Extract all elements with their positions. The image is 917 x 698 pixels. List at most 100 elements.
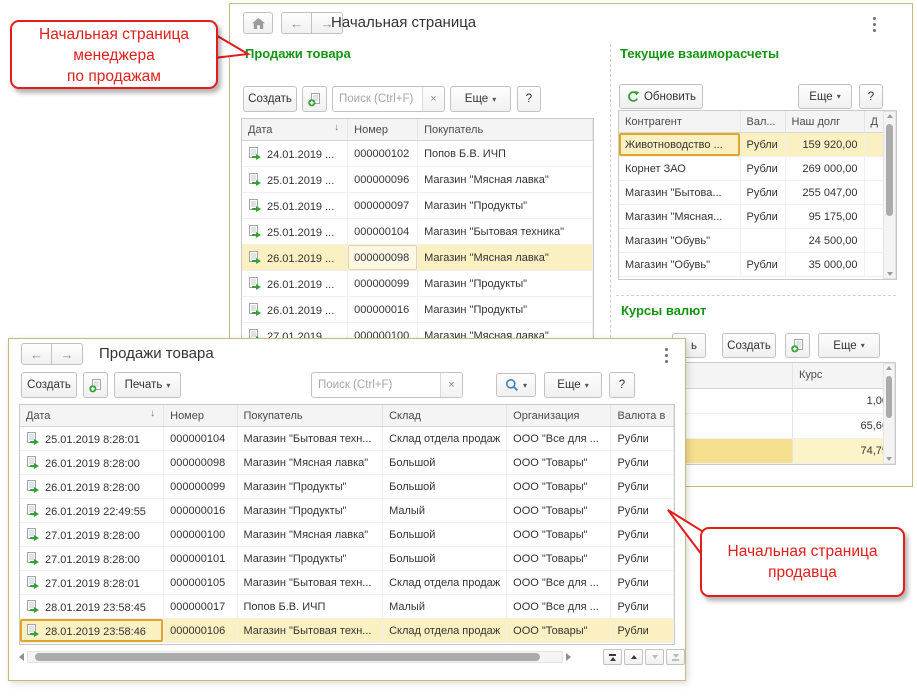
- table-cell[interactable]: ООО "Товары": [507, 475, 611, 499]
- table-cell[interactable]: Рубли: [611, 619, 674, 643]
- table-cell[interactable]: Большой: [383, 523, 507, 547]
- table-cell[interactable]: 000000016: [164, 499, 237, 523]
- table-cell[interactable]: Магазин "Продукты": [418, 193, 593, 219]
- table-cell[interactable]: 65,66: [793, 414, 895, 438]
- table-row[interactable]: 26.01.2019 8:28:00000000099Магазин "Прод…: [20, 475, 674, 499]
- table-row[interactable]: 25.01.2019 ...000000104Магазин "Бытовая …: [242, 219, 593, 245]
- table-cell[interactable]: 25.01.2019 ...: [242, 167, 348, 193]
- go-first-button[interactable]: [603, 649, 622, 665]
- scroll-up-icon[interactable]: [884, 366, 894, 370]
- table-cell[interactable]: Магазин "Обувь": [619, 229, 740, 253]
- table-cell[interactable]: 25.01.2019 ...: [242, 219, 348, 245]
- column-header[interactable]: Вал...: [740, 111, 785, 133]
- table-row[interactable]: 65,66: [686, 414, 895, 439]
- scrollbar-thumb[interactable]: [886, 376, 892, 418]
- table-cell[interactable]: [864, 181, 884, 205]
- table-cell[interactable]: 000000100: [164, 523, 237, 547]
- column-header[interactable]: Покупатель: [237, 405, 383, 427]
- back-button[interactable]: ←: [281, 12, 312, 34]
- table-cell[interactable]: [864, 157, 884, 181]
- table-cell[interactable]: Магазин "Бытовая техн...: [237, 571, 383, 595]
- table-cell[interactable]: Рубли: [611, 475, 674, 499]
- table-cell[interactable]: Склад отдела продаж: [383, 619, 507, 643]
- table-row[interactable]: 1,00: [686, 389, 895, 414]
- kebab-menu-icon[interactable]: [867, 15, 881, 33]
- table-row[interactable]: 26.01.2019 8:28:00000000098Магазин "Мясн…: [20, 451, 674, 475]
- horizontal-scrollbar[interactable]: [19, 650, 571, 664]
- table-cell[interactable]: [864, 205, 884, 229]
- table-cell[interactable]: ООО "Товары": [507, 499, 611, 523]
- table-cell[interactable]: [686, 414, 793, 438]
- table-cell[interactable]: Магазин "Мясная лавка": [418, 245, 593, 271]
- table-cell[interactable]: Магазин "Продукты": [237, 499, 383, 523]
- table-cell[interactable]: 27.01.2019 8:28:00: [20, 547, 164, 571]
- column-header[interactable]: Покупатель: [418, 119, 593, 141]
- table-cell[interactable]: 000000102: [348, 141, 418, 167]
- table-cell[interactable]: 74,79: [793, 439, 895, 463]
- create-by-copy-button[interactable]: [785, 333, 810, 358]
- table-cell[interactable]: Магазин "Мясная лавка": [237, 523, 383, 547]
- table-cell[interactable]: Склад отдела продаж: [383, 427, 507, 451]
- table-row[interactable]: Магазин "Обувь"Рубли35 000,00: [619, 253, 884, 277]
- table-row[interactable]: 28.01.2019 23:58:46000000106Магазин "Быт…: [20, 619, 674, 643]
- table-cell[interactable]: ООО "Товары": [507, 451, 611, 475]
- table-cell[interactable]: Магазин "Бытовая техн...: [237, 619, 383, 643]
- table-cell[interactable]: 1,00: [793, 389, 895, 413]
- table-cell[interactable]: 24 500,00: [785, 229, 864, 253]
- table-row[interactable]: 27.01.2019 8:28:00000000100Магазин "Мясн…: [20, 523, 674, 547]
- scroll-right-icon[interactable]: [566, 653, 571, 661]
- table-row[interactable]: 25.01.2019 ...000000097Магазин "Продукты…: [242, 193, 593, 219]
- table-cell[interactable]: Магазин "Продукты": [237, 547, 383, 571]
- table-row[interactable]: 28.01.2019 23:58:45000000017Попов Б.В. И…: [20, 595, 674, 619]
- scroll-up-icon[interactable]: [884, 114, 895, 118]
- go-last-button[interactable]: [666, 649, 685, 665]
- table-cell[interactable]: 24.01.2019 ...: [242, 141, 348, 167]
- table-cell[interactable]: [686, 389, 793, 413]
- help-button[interactable]: ?: [517, 86, 541, 112]
- table-row[interactable]: 25.01.2019 ...000000096Магазин "Мясная л…: [242, 167, 593, 193]
- table-cell[interactable]: 000000016: [348, 297, 418, 323]
- back-button[interactable]: ←: [21, 343, 52, 365]
- table-cell[interactable]: [864, 133, 884, 157]
- more-button[interactable]: Еще▾: [450, 86, 511, 112]
- table-cell[interactable]: 26.01.2019 8:28:00: [20, 475, 164, 499]
- table-cell[interactable]: Большой: [383, 451, 507, 475]
- table-cell[interactable]: 26.01.2019 ...: [242, 271, 348, 297]
- table-cell[interactable]: Рубли: [740, 133, 785, 157]
- table-cell[interactable]: 25.01.2019 8:28:01: [20, 427, 164, 451]
- column-header[interactable]: Контрагент: [619, 111, 740, 133]
- table-cell[interactable]: 000000017: [164, 595, 237, 619]
- table-row[interactable]: Магазин "Обувь" 24 500,00: [619, 229, 884, 253]
- column-header[interactable]: Склад: [383, 405, 507, 427]
- table-cell[interactable]: ООО "Все для ...: [507, 427, 611, 451]
- table-cell[interactable]: [864, 253, 884, 277]
- table-cell[interactable]: 000000098: [348, 245, 418, 271]
- scroll-down-icon[interactable]: [884, 457, 894, 461]
- table-row[interactable]: 26.01.2019 ...000000099Магазин "Продукты…: [242, 271, 593, 297]
- table-cell[interactable]: Рубли: [740, 205, 785, 229]
- table-cell[interactable]: Попов Б.В. ИЧП: [418, 141, 593, 167]
- table-cell[interactable]: 95 175,00: [785, 205, 864, 229]
- table-cell[interactable]: Рубли: [740, 181, 785, 205]
- go-next-button[interactable]: [645, 649, 664, 665]
- table-cell[interactable]: Малый: [383, 499, 507, 523]
- column-header[interactable]: Валюта в: [611, 405, 674, 427]
- table-cell[interactable]: 255 047,00: [785, 181, 864, 205]
- table-cell[interactable]: Рубли: [611, 427, 674, 451]
- table-cell[interactable]: Магазин "Продукты": [418, 271, 593, 297]
- table-cell[interactable]: 000000106: [164, 619, 237, 643]
- table-cell[interactable]: Магазин "Продукты": [418, 297, 593, 323]
- table-row[interactable]: 27.01.2019 8:28:00000000101Магазин "Прод…: [20, 547, 674, 571]
- vertical-scrollbar[interactable]: [883, 363, 895, 464]
- table-cell[interactable]: Большой: [383, 547, 507, 571]
- table-cell[interactable]: 000000098: [164, 451, 237, 475]
- table-cell[interactable]: 000000096: [348, 167, 418, 193]
- more-button[interactable]: Еще▾: [798, 84, 852, 109]
- table-cell[interactable]: ООО "Все для ...: [507, 595, 611, 619]
- table-cell[interactable]: 000000104: [164, 427, 237, 451]
- search-input[interactable]: Поиск (Ctrl+F) ×: [332, 86, 445, 112]
- table-cell[interactable]: Магазин "Обувь": [619, 253, 740, 277]
- table-cell[interactable]: Рубли: [611, 595, 674, 619]
- table-cell[interactable]: Рубли: [740, 157, 785, 181]
- table-cell[interactable]: ООО "Товары": [507, 547, 611, 571]
